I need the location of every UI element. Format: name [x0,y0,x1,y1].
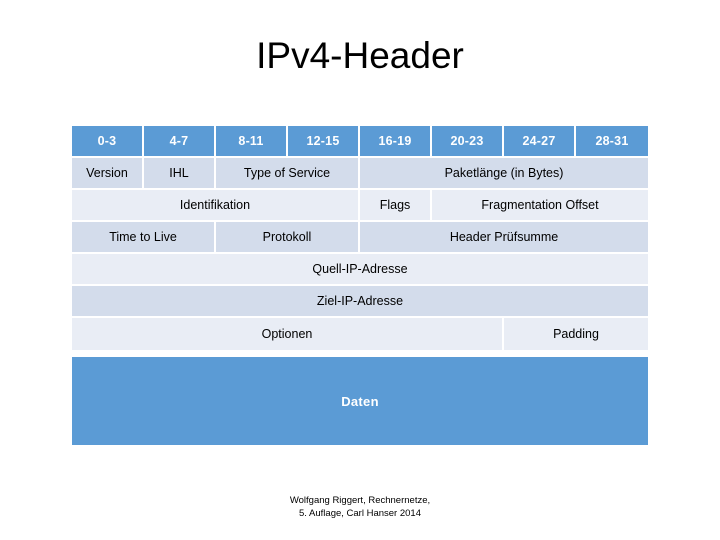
bit-range-cell: 16-19 [360,126,432,158]
header-field-cell: Quell-IP-Adresse [72,254,648,286]
header-field-cell: Flags [360,190,432,222]
header-field-row: Quell-IP-Adresse [72,254,648,286]
bit-range-cell: 24-27 [504,126,576,158]
header-field-cell: Ziel-IP-Adresse [72,286,648,318]
header-field-cell: Time to Live [72,222,216,254]
header-field-cell: Header Prüfsumme [360,222,648,254]
bit-range-cell: 4-7 [144,126,216,158]
header-field-cell: Protokoll [216,222,360,254]
header-field-cell: Fragmentation Offset [432,190,648,222]
source-citation-line-2: 5. Auflage, Carl Hanser 2014 [299,508,421,519]
header-field-row: Optionen Padding [72,318,648,350]
header-field-row: Time to Live Protokoll Header Prüfsumme [72,222,648,254]
header-field-row: Version IHL Type of Service Paketlänge (in … [72,158,648,190]
header-field-cell: Padding [504,318,648,350]
header-field-cell: Type of Service [216,158,360,190]
header-field-cell: Identifikation [72,190,360,222]
header-field-cell: Optionen [72,318,504,350]
bit-range-cell: 0-3 [72,126,144,158]
source-citation-line-1: Wolfgang Riggert, Rechnernetze, [289,495,431,506]
slide-canvas: IPv4-Header 0-3 4-7 8-11 12-15 16-19 20-23 24-… [0,0,720,540]
bit-range-cell: 8-11 [216,126,288,158]
bit-range-cell: 12-15 [288,126,360,158]
ipv4-header-table: 0-3 4-7 8-11 12-15 16-19 20-23 24-27 28-31 Versi… [72,126,648,350]
ipv4-header-table-body: 0-3 4-7 8-11 12-15 16-19 20-23 24-27 28-31 Versi… [72,126,648,350]
header-field-row: Identifikation Flags Fragmentation Offset [72,190,648,222]
header-field-cell: Paketlänge (in Bytes) [360,158,648,190]
payload-data-label: Daten [341,393,379,409]
page-title: IPv4-Header [256,35,464,76]
source-citation: Wolfgang Riggert, Rechnernetze, 5. Aufla… [0,494,720,520]
bit-range-cell: 28-31 [576,126,648,158]
header-field-cell: IHL [144,158,216,190]
header-field-cell: Version [72,158,144,190]
payload-data-block: Daten [72,357,648,445]
bit-range-cell: 20-23 [432,126,504,158]
bit-index-row: 0-3 4-7 8-11 12-15 16-19 20-23 24-27 28-31 [72,126,648,158]
header-field-row: Ziel-IP-Adresse [72,286,648,318]
